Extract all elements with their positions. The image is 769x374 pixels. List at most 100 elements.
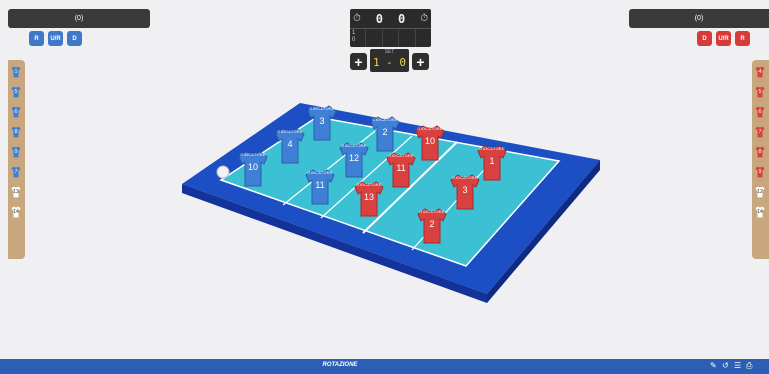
blue-player-shirt[interactable]: GIOCATORE 3 xyxy=(306,104,338,142)
left-team-header[interactable]: (0) xyxy=(8,9,150,28)
bench-player-number: 7 xyxy=(14,169,18,175)
player-name: GIOCATORE xyxy=(309,106,335,111)
player-name: GIOCATORE xyxy=(341,143,367,148)
left-score: 0 xyxy=(375,11,384,26)
right-d-button[interactable]: D xyxy=(697,31,712,46)
bench-player[interactable]: 4 xyxy=(754,66,766,78)
player-name: GIOCATORE xyxy=(372,117,398,122)
bench-player[interactable]: 6 xyxy=(754,106,766,118)
set-column-empty xyxy=(416,29,431,47)
player-number: 10 xyxy=(424,136,435,146)
player-name: GIOCATORE xyxy=(307,170,333,175)
bench-player[interactable]: 1 xyxy=(10,66,22,78)
bench-player-number: 6 xyxy=(14,109,18,115)
footer-bar: ROTAZIONE ✎ ↺ ☰ ⎙ xyxy=(0,359,769,374)
set-home-value: 1 xyxy=(352,30,356,36)
player-number: 11 xyxy=(396,163,406,173)
undo-icon[interactable]: ↺ xyxy=(722,361,731,370)
left-add-point-button[interactable]: + xyxy=(350,53,367,70)
player-name: GIOCATORE xyxy=(452,175,478,180)
set-score-value: 1 - 0 xyxy=(370,56,409,70)
player-name: GIOCATORE xyxy=(240,152,266,157)
bench-player[interactable]: 14 xyxy=(10,206,22,218)
right-rotation-buttons: D U/R R xyxy=(697,31,750,46)
bench-player-number: 8 xyxy=(758,149,762,155)
player-number: 1 xyxy=(489,156,495,166)
bench-player-number: 9 xyxy=(14,149,18,155)
left-timer-icon[interactable]: ⏱ xyxy=(353,13,361,24)
bench-player-number: 8 xyxy=(14,129,18,135)
set-score-display: SET 1 - 0 xyxy=(370,49,409,72)
right-add-point-button[interactable]: + xyxy=(412,53,429,70)
list-icon[interactable]: ☰ xyxy=(734,361,743,370)
left-undo-rotate-button[interactable]: U/R xyxy=(48,31,63,46)
red-player-shirt[interactable]: GIOCATORE 3 xyxy=(449,173,481,211)
bench-player-number: 9 xyxy=(758,169,762,175)
right-score: 0 xyxy=(397,11,406,26)
blue-player-shirt[interactable]: GIOCATORE 12 xyxy=(338,141,370,179)
left-rotation-buttons: R U/R D xyxy=(29,31,82,46)
blue-player-shirt[interactable]: GIOCATORE 10 xyxy=(237,150,269,188)
left-d-button[interactable]: D xyxy=(67,31,82,46)
red-player-shirt[interactable]: GIOCATORE 13 xyxy=(353,180,385,218)
footer-toolbar: ✎ ↺ ☰ ⎙ xyxy=(710,361,755,370)
player-number: 4 xyxy=(287,139,293,149)
bench-player-number: 6 xyxy=(758,109,762,115)
blue-player-shirt[interactable]: GIOCATORE 11 xyxy=(304,168,336,206)
right-rotate-button[interactable]: R xyxy=(735,31,750,46)
scoreboard: ⏱ 0 0 ⏱ 1 0 xyxy=(350,9,431,47)
player-number: 3 xyxy=(462,185,468,195)
bench-player[interactable]: 7 xyxy=(10,166,22,178)
bench-player-number: 5 xyxy=(758,89,762,95)
right-undo-rotate-button[interactable]: U/R xyxy=(716,31,731,46)
bench-player-number: 14 xyxy=(757,209,763,215)
set-column-empty xyxy=(399,29,416,47)
red-player-shirt[interactable]: GIOCATORE 11 xyxy=(385,151,417,189)
bench-player-number: 13 xyxy=(13,189,19,195)
edit-icon[interactable]: ✎ xyxy=(710,361,719,370)
bench-player[interactable]: 9 xyxy=(754,166,766,178)
player-number: 2 xyxy=(382,127,388,137)
right-team-header[interactable]: (0) xyxy=(629,9,769,28)
bench-player[interactable]: 5 xyxy=(754,86,766,98)
rotation-title: ROTAZIONE xyxy=(322,362,358,368)
player-name: GIOCATORE xyxy=(417,126,443,131)
player-name: GIOCATORE xyxy=(356,182,382,187)
bench-player[interactable]: 8 xyxy=(10,126,22,138)
bench-player[interactable]: 5 xyxy=(10,86,22,98)
player-number: 10 xyxy=(247,162,258,172)
bench-player-number: 7 xyxy=(758,129,762,135)
bench-player-number: 5 xyxy=(14,89,18,95)
bench-player-number: 4 xyxy=(758,69,762,75)
set-score-text: 1 - 0 xyxy=(372,56,407,69)
player-name: GIOCATORE xyxy=(388,153,414,158)
player-name: GIOCATORE xyxy=(277,129,303,134)
bench-player-number: 12 xyxy=(757,189,763,195)
set-column-empty xyxy=(366,29,383,47)
red-player-shirt[interactable]: GIOCATORE 2 xyxy=(416,207,448,245)
left-rotate-button[interactable]: R xyxy=(29,31,44,46)
player-number: 12 xyxy=(348,153,359,163)
bench-player[interactable]: 9 xyxy=(10,146,22,158)
set-label: SET xyxy=(384,49,395,55)
player-name: GIOCATORE xyxy=(479,146,505,151)
right-team-name: (0) xyxy=(694,15,704,22)
player-number: 13 xyxy=(363,192,374,202)
blue-player-shirt[interactable]: GIOCATORE 4 xyxy=(274,127,306,165)
set-column: 1 0 xyxy=(350,29,367,47)
bench-player-number: 1 xyxy=(14,69,18,75)
left-team-name: (0) xyxy=(74,15,84,22)
right-timer-icon[interactable]: ⏱ xyxy=(420,13,428,24)
print-icon[interactable]: ⎙ xyxy=(746,361,755,370)
bench-player[interactable]: 6 xyxy=(10,106,22,118)
player-name: GIOCATORE xyxy=(419,209,445,214)
bench-player[interactable]: 7 xyxy=(754,126,766,138)
left-bench: 1 5 6 8 9 7 13 14 xyxy=(8,60,25,259)
player-number: 2 xyxy=(429,219,435,229)
bench-player[interactable]: 13 xyxy=(10,186,22,198)
player-number: 3 xyxy=(319,116,325,126)
player-number: 11 xyxy=(315,180,325,190)
bench-player[interactable]: 8 xyxy=(754,146,766,158)
bench-player[interactable]: 14 xyxy=(754,206,766,218)
bench-player[interactable]: 12 xyxy=(754,186,766,198)
